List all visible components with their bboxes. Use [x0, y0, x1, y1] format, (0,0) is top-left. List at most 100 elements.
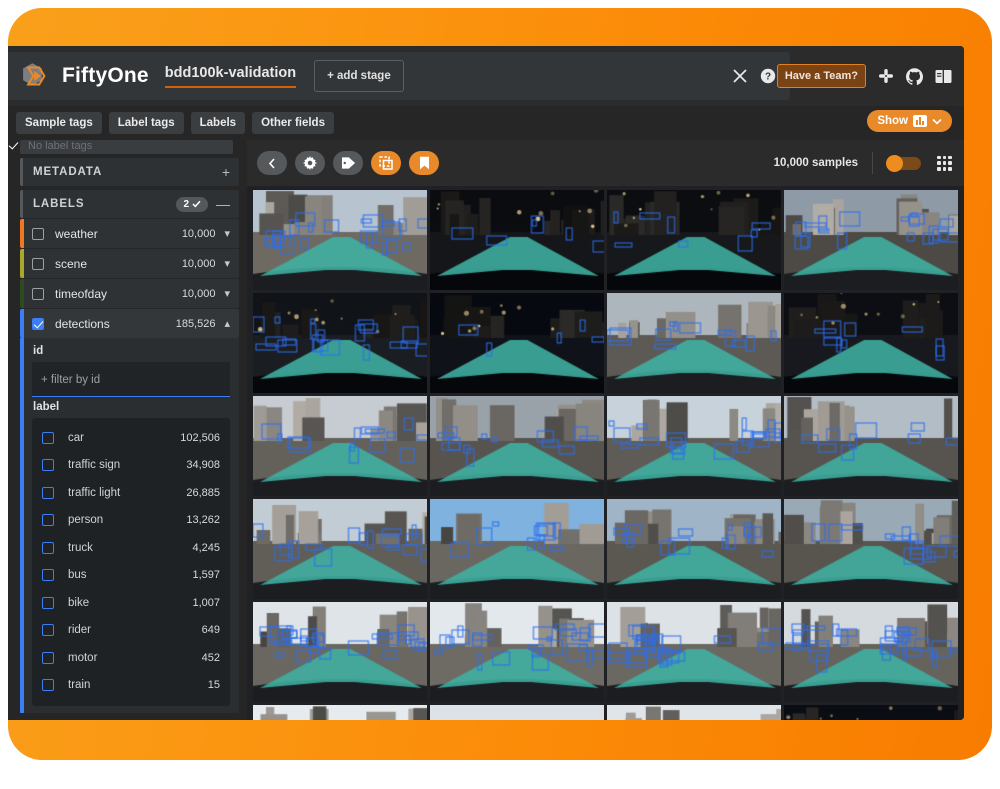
sample-thumbnail[interactable]: [253, 396, 427, 496]
bookmark-icon[interactable]: [409, 151, 439, 175]
class-count: 452: [201, 651, 220, 664]
collapse-icon[interactable]: —: [216, 197, 230, 211]
list-item[interactable]: person 13,262: [42, 507, 220, 535]
no-label-tags-text: No label tags: [20, 140, 233, 154]
filter-by-id-input[interactable]: + filter by id: [32, 362, 230, 397]
class-label: motor: [68, 651, 98, 664]
tab-other-fields[interactable]: Other fields: [252, 112, 334, 134]
slack-icon[interactable]: [878, 68, 894, 84]
sample-thumbnail[interactable]: [607, 396, 781, 496]
gear-icon[interactable]: [295, 151, 325, 175]
github-icon[interactable]: [906, 67, 923, 85]
sample-thumbnail[interactable]: [430, 705, 604, 720]
bar-chart-icon: [913, 115, 927, 127]
sample-thumbnail[interactable]: [784, 499, 958, 599]
class-label: bus: [68, 569, 87, 582]
class-checkbox[interactable]: [42, 679, 54, 692]
header-external-links: Have a Team?: [776, 46, 952, 106]
brand-title: FiftyOne: [62, 64, 149, 87]
badge-count: 2: [183, 198, 189, 210]
sample-thumbnail[interactable]: [430, 396, 604, 496]
sample-grid[interactable]: [247, 186, 964, 720]
header-bar: FiftyOne bdd100k-validation + add stage …: [8, 52, 790, 100]
class-count: 102,506: [180, 431, 220, 444]
list-item[interactable]: traffic light 26,885: [42, 479, 220, 507]
labels-selected-badge[interactable]: 2: [176, 196, 208, 212]
have-a-team-button[interactable]: Have a Team?: [776, 64, 866, 88]
patches-icon[interactable]: [371, 151, 401, 175]
sample-thumbnail[interactable]: [607, 602, 781, 702]
chevron-down-icon[interactable]: ▾: [224, 227, 230, 240]
sample-thumbnail[interactable]: [784, 396, 958, 496]
chevron-up-icon[interactable]: ▴: [224, 317, 230, 330]
sidebar-section-labels[interactable]: LABELS 2 —: [20, 190, 239, 218]
sample-thumbnail[interactable]: [607, 705, 781, 720]
field-checkbox[interactable]: [32, 257, 44, 270]
list-item[interactable]: motor 452: [42, 644, 220, 672]
list-item[interactable]: rider 649: [42, 617, 220, 645]
sample-thumbnail[interactable]: [253, 499, 427, 599]
tag-icon[interactable]: [333, 151, 363, 175]
close-icon[interactable]: [733, 69, 747, 83]
sample-thumbnail[interactable]: [253, 293, 427, 393]
sample-thumbnail[interactable]: [253, 602, 427, 702]
class-checkbox[interactable]: [42, 651, 54, 664]
class-checkbox[interactable]: [42, 514, 54, 527]
class-checkbox[interactable]: [42, 596, 54, 609]
dataset-name[interactable]: bdd100k-validation: [164, 65, 297, 88]
class-checkbox[interactable]: [42, 486, 54, 499]
chevron-left-icon[interactable]: [257, 151, 287, 175]
sidebar-section-metadata[interactable]: METADATA +: [20, 158, 239, 186]
tab-labels[interactable]: Labels: [190, 112, 246, 134]
filter-placeholder: + filter by id: [41, 374, 101, 386]
class-checkbox[interactable]: [42, 569, 54, 582]
chevron-down-icon[interactable]: ▾: [224, 287, 230, 300]
list-item[interactable]: bike 1,007: [42, 589, 220, 617]
section-title: LABELS: [33, 198, 85, 210]
sample-thumbnail[interactable]: [253, 705, 427, 720]
chevron-down-icon[interactable]: ▾: [224, 257, 230, 270]
sidebar-field-detections[interactable]: detections 185,526 ▴: [20, 309, 239, 338]
sidebar-field-weather[interactable]: weather 10,000 ▾: [20, 219, 239, 248]
class-checkbox[interactable]: [42, 459, 54, 472]
field-label: scene: [55, 256, 88, 271]
list-item[interactable]: bus 1,597: [42, 562, 220, 590]
tab-label-tags[interactable]: Label tags: [108, 112, 184, 134]
class-checkbox[interactable]: [42, 541, 54, 554]
class-label: rider: [68, 624, 92, 637]
sample-thumbnail[interactable]: [430, 293, 604, 393]
tab-sample-tags[interactable]: Sample tags: [16, 112, 102, 134]
class-count: 13,262: [186, 514, 220, 527]
sample-thumbnail[interactable]: [784, 602, 958, 702]
sample-thumbnail[interactable]: [607, 293, 781, 393]
sample-thumbnail[interactable]: [430, 499, 604, 599]
sidebar-field-scene[interactable]: scene 10,000 ▾: [20, 249, 239, 278]
class-count: 15: [207, 679, 220, 692]
sidebar-field-timeofday[interactable]: timeofday 10,000 ▾: [20, 279, 239, 308]
class-checkbox[interactable]: [42, 624, 54, 637]
sample-thumbnail[interactable]: [253, 190, 427, 290]
sample-thumbnail[interactable]: [784, 705, 958, 720]
list-item[interactable]: train 15: [42, 672, 220, 700]
sidebar-toggle[interactable]: [886, 154, 921, 172]
field-checkbox[interactable]: [32, 287, 44, 300]
field-checkbox[interactable]: [32, 227, 44, 240]
add-icon[interactable]: +: [222, 165, 230, 179]
class-checkbox[interactable]: [42, 431, 54, 444]
field-checkbox[interactable]: [32, 317, 44, 330]
sample-thumbnail[interactable]: [430, 602, 604, 702]
sidebar[interactable]: No label tags METADATA + LABELS 2 — weat…: [8, 140, 247, 720]
sample-thumbnail[interactable]: [784, 190, 958, 290]
sample-thumbnail[interactable]: [430, 190, 604, 290]
sample-thumbnail[interactable]: [607, 499, 781, 599]
sample-thumbnail[interactable]: [607, 190, 781, 290]
book-icon[interactable]: [935, 69, 952, 84]
sample-thumbnail[interactable]: [784, 293, 958, 393]
show-button[interactable]: Show: [867, 110, 952, 132]
help-circle-icon[interactable]: ?: [760, 68, 776, 84]
list-item[interactable]: traffic sign 34,908: [42, 452, 220, 480]
list-item[interactable]: truck 4,245: [42, 534, 220, 562]
list-item[interactable]: car 102,506: [42, 424, 220, 452]
grid-icon[interactable]: [937, 155, 952, 171]
add-stage-button[interactable]: + add stage: [314, 60, 404, 92]
